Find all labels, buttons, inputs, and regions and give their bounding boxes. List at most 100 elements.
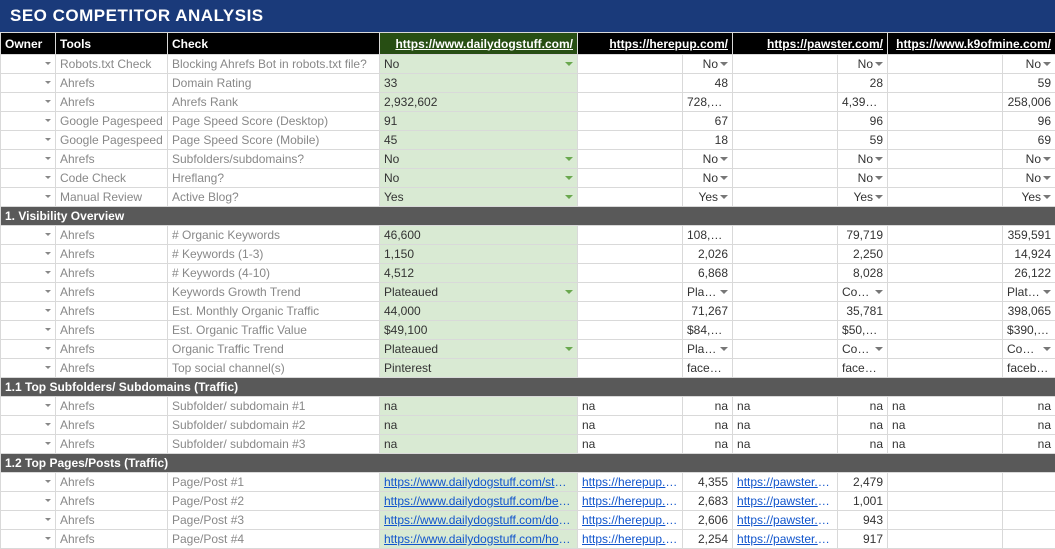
owner-cell[interactable]	[1, 150, 56, 169]
site4-b[interactable]: Plateaued	[1003, 283, 1055, 302]
chevron-down-icon	[45, 442, 51, 448]
site4-a	[888, 245, 1003, 264]
site1-value[interactable]: No	[380, 169, 578, 188]
owner-cell[interactable]	[1, 492, 56, 511]
check-cell: Page Speed Score (Mobile)	[168, 131, 380, 150]
site1-value[interactable]: https://www.dailydogstuff.com/homemade-d…	[380, 530, 578, 549]
chevron-down-icon	[45, 518, 51, 524]
owner-cell[interactable]	[1, 302, 56, 321]
site1-value[interactable]: Plateaued	[380, 283, 578, 302]
check-cell: Est. Monthly Organic Traffic	[168, 302, 380, 321]
owner-cell[interactable]	[1, 283, 56, 302]
section-label: 1. Visibility Overview	[1, 207, 1055, 226]
col-tools[interactable]: Tools	[56, 33, 168, 55]
chevron-down-icon	[45, 157, 51, 163]
owner-cell[interactable]	[1, 435, 56, 454]
chevron-down-icon	[45, 271, 51, 277]
site2-b: 71,267	[683, 302, 733, 321]
site4-b	[1003, 530, 1055, 549]
site3-b: $50,800	[838, 321, 888, 340]
site3-b[interactable]: Consistent Growth	[838, 340, 888, 359]
owner-cell[interactable]	[1, 321, 56, 340]
site2-a[interactable]: https://herepup.com/best-dog-food	[578, 473, 683, 492]
owner-cell[interactable]	[1, 340, 56, 359]
owner-cell[interactable]	[1, 359, 56, 378]
site3-a: na	[733, 416, 838, 435]
owner-cell[interactable]	[1, 93, 56, 112]
site1-value[interactable]: https://www.dailydogstuff.com/best-dog-f…	[380, 492, 578, 511]
col-site3[interactable]: https://pawster.com/	[733, 33, 888, 55]
site1-value[interactable]: No	[380, 55, 578, 74]
site2-b[interactable]: No	[683, 55, 733, 74]
site3-b[interactable]: No	[838, 169, 888, 188]
site2-b[interactable]: No	[683, 169, 733, 188]
site2-b[interactable]: Yes	[683, 188, 733, 207]
owner-cell[interactable]	[1, 416, 56, 435]
site4-b: na	[1003, 416, 1055, 435]
owner-cell[interactable]	[1, 55, 56, 74]
site2-b[interactable]: Plateaued	[683, 283, 733, 302]
owner-cell[interactable]	[1, 74, 56, 93]
site1-value[interactable]: Yes	[380, 188, 578, 207]
site2-b[interactable]: No	[683, 150, 733, 169]
owner-cell[interactable]	[1, 245, 56, 264]
owner-cell[interactable]	[1, 169, 56, 188]
owner-cell[interactable]	[1, 188, 56, 207]
site1-value[interactable]: https://www.dailydogstuff.com/stop-dog-c…	[380, 473, 578, 492]
site2-b[interactable]: Plateaued	[683, 340, 733, 359]
site3-b: 4,393,694	[838, 93, 888, 112]
table-row: Robots.txt CheckBlocking Ahrefs Bot in r…	[1, 55, 1055, 74]
tools-cell: Google Pagespeed	[56, 112, 168, 131]
col-site2[interactable]: https://herepup.com/	[578, 33, 733, 55]
site1-value[interactable]: https://www.dailydogstuff.com/dog-pee-ki…	[380, 511, 578, 530]
site4-b[interactable]: Consistent Growth	[1003, 340, 1055, 359]
site1-value[interactable]: Plateaued	[380, 340, 578, 359]
site4-a[interactable]	[888, 473, 1003, 492]
site4-b[interactable]: Yes	[1003, 188, 1055, 207]
site2-a	[578, 283, 683, 302]
table-row: AhrefsSubfolder/ subdomain #3nananananan…	[1, 435, 1055, 454]
col-check[interactable]: Check	[168, 33, 380, 55]
site4-a	[888, 321, 1003, 340]
col-site4[interactable]: https://www.k9ofmine.com/	[888, 33, 1055, 55]
owner-cell[interactable]	[1, 511, 56, 530]
owner-cell[interactable]	[1, 226, 56, 245]
site2-a	[578, 169, 683, 188]
site4-b: $390,000	[1003, 321, 1055, 340]
site3-a[interactable]: https://pawster.com/best	[733, 473, 838, 492]
owner-cell[interactable]	[1, 530, 56, 549]
col-owner[interactable]: Owner	[1, 33, 56, 55]
table-row: AhrefsOrganic Traffic TrendPlateauedPlat…	[1, 340, 1055, 359]
site3-a[interactable]: https://pawster.com/reviews	[733, 492, 838, 511]
site2-a[interactable]: https://herepup.com/dog-breeds	[578, 511, 683, 530]
site3-b[interactable]: No	[838, 55, 888, 74]
owner-cell[interactable]	[1, 131, 56, 150]
site4-b[interactable]: No	[1003, 169, 1055, 188]
site4-a[interactable]	[888, 511, 1003, 530]
tools-cell: Ahrefs	[56, 416, 168, 435]
col-site1[interactable]: https://www.dailydogstuff.com/	[380, 33, 578, 55]
chevron-down-icon	[45, 119, 51, 125]
site3-a[interactable]: https://pawster.com/food	[733, 511, 838, 530]
site3-a[interactable]: https://pawster.com/toys	[733, 530, 838, 549]
site2-a[interactable]: https://herepup.com/health	[578, 530, 683, 549]
chevron-down-icon	[45, 252, 51, 258]
site3-a: na	[733, 397, 838, 416]
site1-value: 44,000	[380, 302, 578, 321]
chevron-down-icon	[45, 233, 51, 239]
owner-cell[interactable]	[1, 473, 56, 492]
site3-b[interactable]: Consistent Growth	[838, 283, 888, 302]
site4-a[interactable]	[888, 492, 1003, 511]
site2-a[interactable]: https://herepup.com/best-dog-food-shih-t…	[578, 492, 683, 511]
check-cell: Page/Post #4	[168, 530, 380, 549]
owner-cell[interactable]	[1, 397, 56, 416]
site4-b[interactable]: No	[1003, 150, 1055, 169]
site3-b[interactable]: Yes	[838, 188, 888, 207]
site3-b[interactable]: No	[838, 150, 888, 169]
site4-a[interactable]	[888, 530, 1003, 549]
site4-b[interactable]: No	[1003, 55, 1055, 74]
site1-value[interactable]: No	[380, 150, 578, 169]
owner-cell[interactable]	[1, 264, 56, 283]
owner-cell[interactable]	[1, 112, 56, 131]
tools-cell: Ahrefs	[56, 226, 168, 245]
